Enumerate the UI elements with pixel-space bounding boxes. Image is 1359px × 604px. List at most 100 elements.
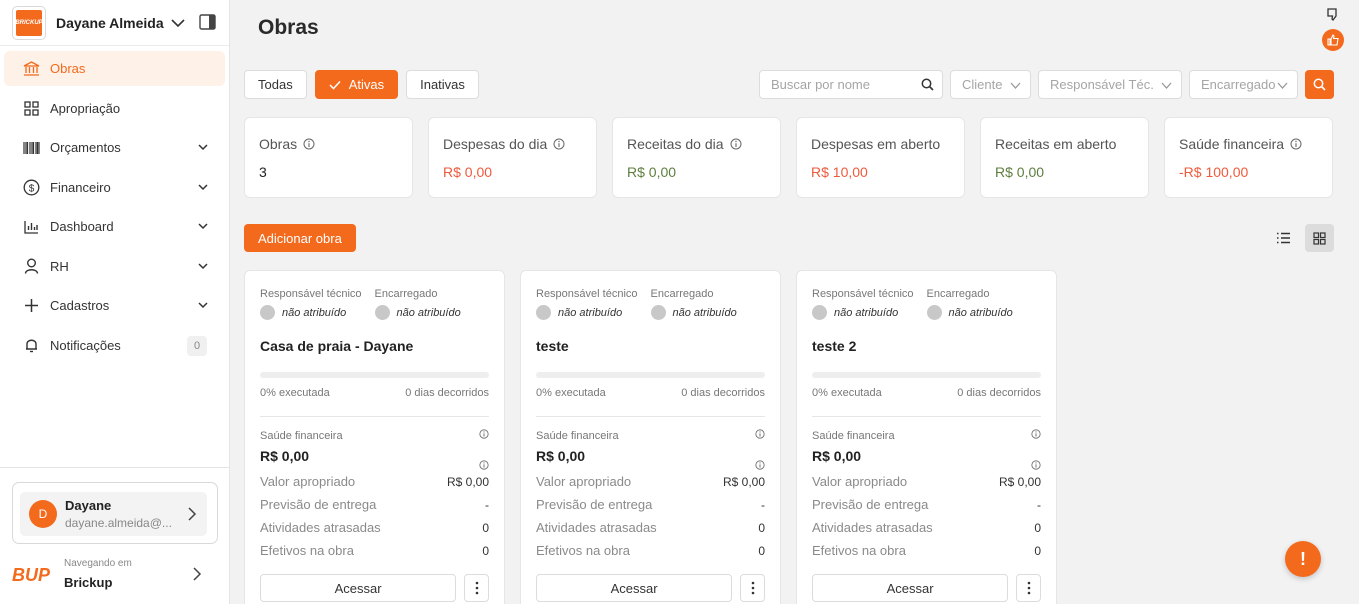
current-org-switcher[interactable]: BUP Navegando em Brickup <box>12 556 218 592</box>
plus-icon <box>22 297 40 315</box>
previsao-row: Previsão de entrega - <box>812 493 1041 516</box>
stat-title-text: Obras <box>259 136 298 152</box>
valor-apropriado-row: Valor apropriado R$ 0,00 <box>812 470 1041 493</box>
notification-count-badge: 0 <box>187 335 207 356</box>
kv-value: - <box>1037 497 1041 512</box>
more-options-button[interactable] <box>1016 574 1041 602</box>
responsavel-select[interactable]: Responsável Téc. <box>1038 70 1182 99</box>
acessar-button[interactable]: Acessar <box>260 574 457 602</box>
list-view-button[interactable] <box>1269 224 1298 252</box>
days-elapsed: 0 dias decorridos <box>957 387 1041 399</box>
avatar <box>260 305 275 320</box>
chevron-down-icon <box>198 302 208 309</box>
search-placeholder: Buscar por nome <box>771 77 870 92</box>
divider <box>536 416 765 417</box>
sidebar-item-cadastros[interactable]: Cadastros <box>4 288 225 323</box>
tab-label: Ativas <box>348 77 385 92</box>
kv-label: Previsão de entrega <box>260 497 377 512</box>
acessar-button[interactable]: Acessar <box>536 574 733 602</box>
stat-title: Despesas em aberto <box>811 136 950 152</box>
search-button[interactable] <box>1305 70 1334 99</box>
help-fab-button[interactable]: ! <box>1285 541 1321 577</box>
responsavel-value: não atribuído <box>282 306 347 319</box>
status-filter-tabs: Todas Ativas Inativas <box>244 70 479 99</box>
thumbs-up-button[interactable] <box>1322 29 1344 51</box>
navigating-org: Brickup <box>64 575 113 590</box>
stat-card: Receitas em aberto R$ 0,00 <box>980 117 1149 198</box>
stat-card: Saúde financeira -R$ 100,00 <box>1164 117 1333 198</box>
encarregado-value: não atribuído <box>396 306 461 319</box>
info-icon <box>1031 460 1041 470</box>
avatar <box>926 305 942 320</box>
progress-label: 0% executada <box>536 387 606 399</box>
chevron-down-icon <box>198 183 208 190</box>
kv-label: Efetivos na obra <box>536 543 630 558</box>
atividades-row: Atividades atrasadas 0 <box>536 516 765 539</box>
sidebar-item-apropriacao[interactable]: Apropriação <box>4 91 225 126</box>
acessar-button[interactable]: Acessar <box>812 574 1009 602</box>
search-icon <box>1313 78 1326 91</box>
efetivos-row: Efetivos na obra 0 <box>536 539 765 562</box>
add-obra-button[interactable]: Adicionar obra <box>244 224 356 252</box>
search-input[interactable]: Buscar por nome <box>759 70 943 99</box>
stat-title-text: Receitas em aberto <box>995 136 1117 152</box>
kv-label: Atividades atrasadas <box>536 520 657 535</box>
stat-title: Saúde financeira <box>1179 136 1318 152</box>
divider <box>812 416 1041 417</box>
kv-value: 0 <box>482 520 489 535</box>
obra-card: Responsável técnico não atribuído Encarreg… <box>244 270 505 604</box>
stat-value: R$ 0,00 <box>443 164 493 180</box>
more-options-button[interactable] <box>740 574 765 602</box>
chevron-down-icon <box>198 262 208 269</box>
more-options-button[interactable] <box>464 574 489 602</box>
sidebar-item-financeiro[interactable]: $ Financeiro <box>4 170 225 205</box>
grid-view-button[interactable] <box>1305 224 1334 252</box>
org-switcher[interactable]: BRICKUP Dayane Almeida <box>0 0 229 46</box>
stat-card: Despesas em aberto R$ 10,00 <box>796 117 965 198</box>
avatar: D <box>29 500 57 528</box>
info-icon <box>303 138 315 150</box>
navigating-label: Navegando em <box>64 558 132 569</box>
sidebar-toggle-icon[interactable] <box>199 14 216 30</box>
sidebar-item-dashboard[interactable]: Dashboard <box>4 209 225 244</box>
user-profile-button[interactable]: D Dayane dayane.almeida@... <box>20 492 207 536</box>
stat-title: Obras <box>259 136 398 152</box>
sidebar-item-obras[interactable]: Obras <box>4 51 225 86</box>
list-icon <box>1277 232 1290 244</box>
chevron-down-icon <box>1161 82 1172 89</box>
encarregado-label: Encarregado <box>374 288 438 300</box>
tab-todas[interactable]: Todas <box>244 70 307 99</box>
org-name: Dayane Almeida <box>56 14 164 31</box>
user-name: Dayane <box>65 498 112 513</box>
sidebar-item-orcamentos[interactable]: Orçamentos <box>4 130 225 165</box>
user-section: D Dayane dayane.almeida@... BUP Navegand… <box>0 467 230 592</box>
info-icon <box>479 460 489 470</box>
sidebar-item-label: Apropriação <box>50 100 121 116</box>
tab-ativas[interactable]: Ativas <box>314 70 399 99</box>
sidebar-item-rh[interactable]: RH <box>4 249 225 284</box>
encarregado-select[interactable]: Encarregado <box>1189 70 1298 99</box>
responsavel-value: não atribuído <box>558 306 623 319</box>
sidebar-item-notificacoes[interactable]: Notificações 0 <box>4 328 225 363</box>
kv-label: Valor apropriado <box>536 474 632 489</box>
tab-inativas[interactable]: Inativas <box>406 70 479 99</box>
atividades-row: Atividades atrasadas 0 <box>260 516 489 539</box>
stat-title: Receitas em aberto <box>995 136 1134 152</box>
kv-value: 0 <box>758 543 765 558</box>
cliente-select[interactable]: Cliente <box>950 70 1031 99</box>
encarregado-label: Encarregado <box>926 288 990 300</box>
stat-title-text: Despesas do dia <box>443 136 548 152</box>
kv-value: R$ 0,00 <box>446 474 489 489</box>
info-icon <box>755 429 765 439</box>
grid-icon <box>1313 231 1326 245</box>
sidebar: BRICKUP Dayane Almeida Obras Apropriação… <box>0 0 230 604</box>
kv-value: R$ 0,00 <box>998 474 1041 489</box>
select-value: Cliente <box>962 77 1003 92</box>
kv-label: Efetivos na obra <box>812 543 906 558</box>
kv-label: Atividades atrasadas <box>260 520 381 535</box>
saude-label: Saúde financeira <box>260 430 343 442</box>
previsao-row: Previsão de entrega - <box>260 493 489 516</box>
thumbs-up-icon <box>1327 34 1339 46</box>
sidebar-item-label: Cadastros <box>50 298 110 313</box>
thumbs-down-icon[interactable] <box>1325 7 1340 22</box>
